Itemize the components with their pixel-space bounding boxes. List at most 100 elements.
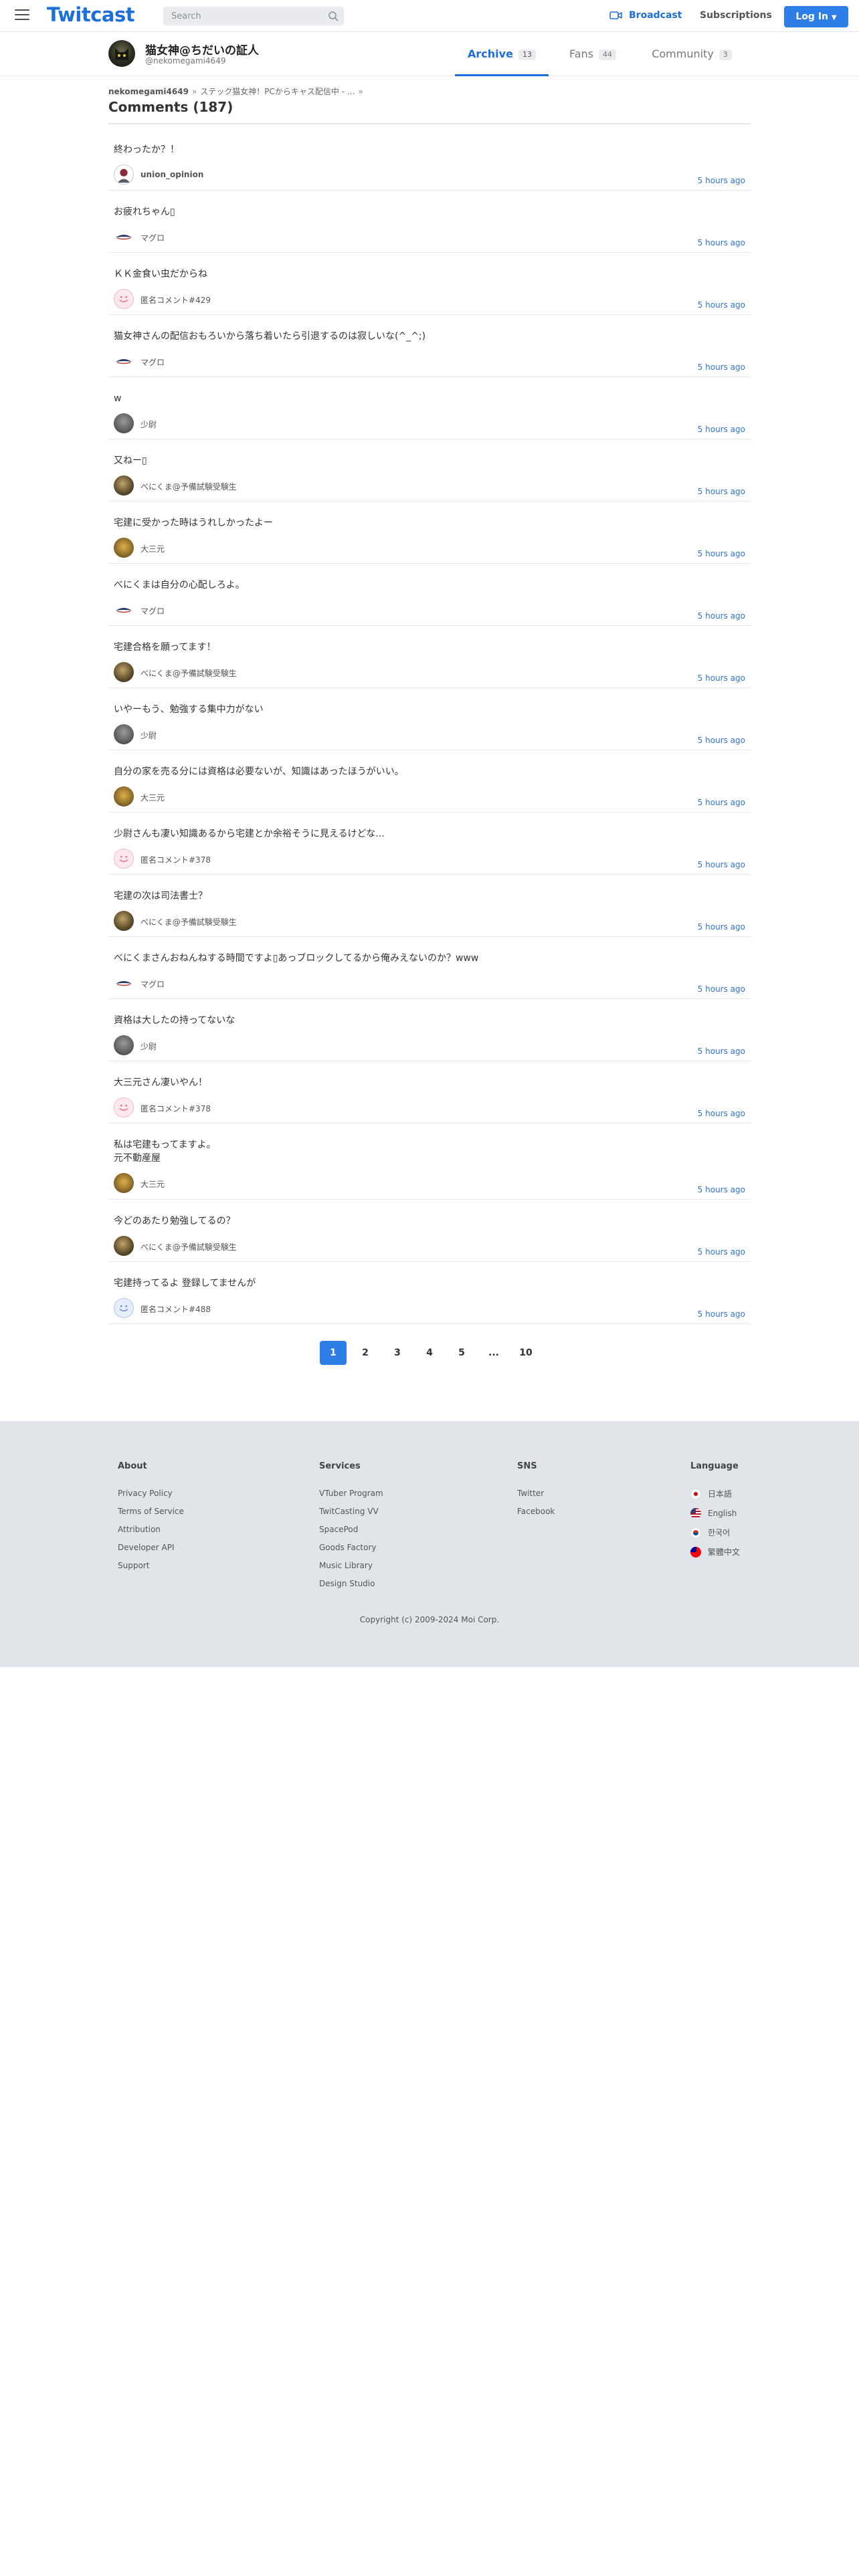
comment-timestamp[interactable]: 5 hours ago (698, 798, 745, 807)
comment-avatar[interactable] (114, 1035, 134, 1055)
comment-avatar[interactable] (114, 849, 134, 869)
comment-avatar[interactable] (114, 1298, 134, 1318)
comment-author[interactable]: マグロ (140, 356, 165, 368)
footer-link-design-studio[interactable]: Design Studio (319, 1579, 383, 1588)
page-button-2[interactable]: 2 (352, 1341, 379, 1365)
footer-link-vtuber[interactable]: VTuber Program (319, 1489, 383, 1498)
comment-author[interactable]: 少尉 (140, 419, 157, 430)
comment-timestamp[interactable]: 5 hours ago (698, 860, 745, 869)
comment-avatar[interactable] (114, 911, 134, 931)
footer-services: Services VTuber Program TwitCasting VV S… (319, 1461, 383, 1597)
footer-link-music-library[interactable]: Music Library (319, 1561, 383, 1570)
comment-author[interactable]: 大三元 (140, 792, 165, 803)
comment-avatar[interactable] (114, 538, 134, 558)
comment-avatar[interactable] (114, 973, 134, 993)
comment-timestamp[interactable]: 5 hours ago (698, 1247, 745, 1257)
breadcrumb-user[interactable]: nekomegami4649 (108, 87, 189, 96)
comment-timestamp[interactable]: 5 hours ago (698, 425, 745, 434)
comment-author[interactable]: union_opinion (140, 170, 203, 179)
comment-avatar[interactable] (114, 227, 134, 247)
comment-avatar[interactable] (114, 289, 134, 309)
comment-author[interactable]: 少尉 (140, 1041, 157, 1052)
comment-avatar[interactable] (114, 1097, 134, 1117)
language-option-zh-tw[interactable]: 繁體中文 (690, 1547, 740, 1558)
language-option-ko[interactable]: 한국어 (690, 1527, 740, 1538)
comment-author[interactable]: 大三元 (140, 1178, 165, 1190)
broadcast-link[interactable]: Broadcast (629, 10, 682, 21)
comment-avatar[interactable] (114, 1173, 134, 1193)
comment-avatar[interactable] (114, 413, 134, 433)
comment-timestamp[interactable]: 5 hours ago (698, 238, 745, 247)
page-button-1[interactable]: 1 (320, 1341, 347, 1365)
comment-avatar[interactable] (114, 662, 134, 682)
comment-timestamp[interactable]: 5 hours ago (698, 611, 745, 621)
footer-link-twitcasting-vv[interactable]: TwitCasting VV (319, 1507, 383, 1516)
comment-timestamp[interactable]: 5 hours ago (698, 736, 745, 745)
footer-link-attribution[interactable]: Attribution (118, 1525, 184, 1534)
comment-author[interactable]: マグロ (140, 232, 165, 243)
comment-author[interactable]: マグロ (140, 605, 165, 617)
comment-author[interactable]: 大三元 (140, 543, 165, 554)
comment-author[interactable]: 少尉 (140, 730, 157, 741)
comment-timestamp[interactable]: 5 hours ago (698, 1185, 745, 1194)
comment-author[interactable]: べにくま@予備試験受験生 (140, 667, 237, 679)
comment-timestamp[interactable]: 5 hours ago (698, 922, 745, 932)
comment-author[interactable]: べにくま@予備試験受験生 (140, 916, 237, 928)
breadcrumb-movie[interactable]: ステック猫女神！PCからキャス配信中 - ... (200, 87, 355, 96)
search-input[interactable] (163, 7, 324, 25)
comment-timestamp[interactable]: 5 hours ago (698, 1047, 745, 1056)
user-display-name[interactable]: 猫女神@ちだいの証人 (145, 41, 259, 58)
login-button[interactable]: Log In ▼ (784, 6, 848, 27)
twitcast-logo[interactable]: Twitcast (47, 3, 135, 26)
user-avatar[interactable] (108, 40, 135, 67)
fish-avatar-icon (116, 359, 132, 364)
comment-author[interactable]: 匿名コメント#488 (140, 1303, 211, 1315)
footer-link-developer-api[interactable]: Developer API (118, 1543, 184, 1552)
comment-timestamp[interactable]: 5 hours ago (698, 487, 745, 496)
comment-avatar[interactable] (114, 1236, 134, 1256)
comment-author[interactable]: 匿名コメント#429 (140, 294, 211, 306)
comment-row: ＫＫ金食い虫だからね 匿名コメント#429 5 hours ago (108, 253, 751, 315)
page-button-3[interactable]: 3 (384, 1341, 411, 1365)
page-button-4[interactable]: 4 (416, 1341, 443, 1365)
search-icon[interactable] (328, 11, 339, 21)
comment-timestamp[interactable]: 5 hours ago (698, 549, 745, 558)
footer-link-support[interactable]: Support (118, 1561, 184, 1570)
page-button-5[interactable]: 5 (448, 1341, 475, 1365)
footer-link-privacy[interactable]: Privacy Policy (118, 1489, 184, 1498)
comment-author[interactable]: べにくま@予備試験受験生 (140, 481, 237, 492)
language-option-en[interactable]: English (690, 1508, 740, 1519)
comment-avatar[interactable] (114, 600, 134, 620)
page-button-10[interactable]: 10 (512, 1341, 539, 1365)
comment-timestamp[interactable]: 5 hours ago (698, 673, 745, 683)
footer-link-facebook[interactable]: Facebook (517, 1507, 555, 1516)
comment-author[interactable]: 匿名コメント#378 (140, 854, 211, 865)
comment-author[interactable]: べにくま@予備試験受験生 (140, 1241, 237, 1253)
hamburger-menu-icon[interactable] (15, 9, 29, 21)
language-option-ja[interactable]: 日本語 (690, 1489, 740, 1499)
comment-timestamp[interactable]: 5 hours ago (698, 300, 745, 310)
comment-author[interactable]: マグロ (140, 978, 165, 990)
footer-link-goods-factory[interactable]: Goods Factory (319, 1543, 383, 1552)
comment-author[interactable]: 匿名コメント#378 (140, 1103, 211, 1114)
comment-timestamp[interactable]: 5 hours ago (698, 1109, 745, 1118)
comment-avatar[interactable] (114, 475, 134, 496)
tab-fans[interactable]: Fans 44 (559, 32, 626, 76)
comment-row: 大三元さん凄いやん！ 匿名コメント#378 5 hours ago (108, 1061, 751, 1123)
footer-link-terms[interactable]: Terms of Service (118, 1507, 184, 1516)
comment-avatar[interactable] (114, 165, 134, 185)
comment-avatar[interactable] (114, 351, 134, 371)
comment-timestamp[interactable]: 5 hours ago (698, 1309, 745, 1319)
comment-avatar[interactable] (114, 724, 134, 744)
language-label: 繁體中文 (708, 1547, 741, 1557)
tab-community[interactable]: Community 3 (645, 32, 739, 76)
tab-archive[interactable]: Archive 13 (455, 32, 549, 76)
footer-link-twitter[interactable]: Twitter (517, 1489, 555, 1498)
subscriptions-link[interactable]: Subscriptions (700, 10, 772, 21)
comment-timestamp[interactable]: 5 hours ago (698, 176, 745, 185)
comment-timestamp[interactable]: 5 hours ago (698, 984, 745, 994)
comment-avatar[interactable] (114, 786, 134, 807)
tab-label: Fans (569, 47, 593, 60)
footer-link-spacepod[interactable]: SpacePod (319, 1525, 383, 1534)
comment-timestamp[interactable]: 5 hours ago (698, 362, 745, 372)
